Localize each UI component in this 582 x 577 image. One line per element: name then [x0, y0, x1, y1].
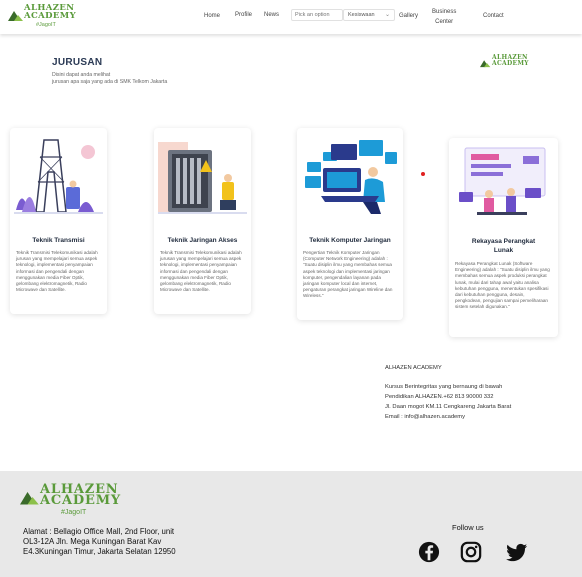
nav-profile[interactable]: Profile: [235, 12, 252, 18]
contact-line1: Kursus Berintegritas yang bernaung di ba…: [385, 384, 503, 390]
card-teknik-jaringan-akses[interactable]: Teknik Jaringan Akses Teknik Transmisi T…: [154, 128, 251, 314]
card-title-line2: Lunak: [493, 247, 514, 254]
contact-info: ALHAZEN ACADEMY Kursus Berintegritas yan…: [385, 363, 511, 422]
select-value: Kesiswaan: [348, 12, 375, 18]
logo-mark-icon: [8, 11, 23, 21]
carousel-indicator[interactable]: [421, 172, 425, 176]
navbar: ALHAZEN ACADEMY #JagoIT Home Profile News…: [0, 0, 582, 34]
card-title: Teknik Transmisi: [32, 237, 85, 244]
card-title: Teknik Jaringan Akses: [167, 237, 238, 244]
footer-address: Alamat : Bellagio Office Mall, 2nd Floor…: [23, 527, 223, 557]
nav-news[interactable]: News: [264, 12, 279, 18]
computer-network-illustration: [301, 132, 399, 222]
section-title: JURUSAN: [52, 57, 103, 68]
logo-mark-icon: [480, 60, 491, 68]
contact-line2: Pendidikan ALHAZEN.+62 813 90000 332: [385, 394, 494, 400]
logo-mark-icon: [20, 492, 39, 505]
software-engineering-illustration: [453, 142, 554, 224]
follow-us-label: Follow us: [452, 523, 484, 532]
card-title-line1: Rekayasa Perangkat: [471, 238, 536, 245]
nav-business-center[interactable]: Business Center: [432, 8, 456, 27]
card-description: Teknik Transmisi Telekomunikasi adalah j…: [16, 250, 98, 293]
card-teknik-transmisi[interactable]: Teknik Transmisi Teknik Transmisi Teleko…: [10, 128, 107, 314]
nav-gallery[interactable]: Gallery: [399, 13, 418, 19]
section-description: Disini dapat anda melihat jurusan apa sa…: [52, 72, 252, 86]
address-line1: Alamat : Bellagio Office Mall, 2nd Floor…: [23, 527, 175, 536]
card-description: Teknik Transmisi Telekomunikasi adalah j…: [160, 250, 242, 293]
card-rekayasa-perangkat-lunak[interactable]: Rekayasa Perangkat Lunak Rekayasa Perang…: [449, 138, 558, 337]
business-center-line2: Center: [435, 18, 454, 25]
card-description: Rekayasa Perangkat Lunak (Software Engin…: [455, 261, 550, 310]
footer-logo: ALHAZEN ACADEMY #JagoIT: [20, 482, 132, 519]
transmission-tower-illustration: [14, 132, 103, 222]
card-title: Teknik Komputer Jaringan: [309, 237, 391, 244]
chevron-down-icon: ⌄: [384, 12, 390, 18]
kesiswaan-select[interactable]: Kesiswaan ⌄: [343, 9, 395, 21]
section-desc-line2: jurusan apa saja yang ada di SMK Telkom …: [52, 79, 168, 85]
card-description: Pengertian Teknik Komputer Jaringan (Com…: [303, 250, 393, 299]
twitter-icon[interactable]: [506, 541, 528, 563]
address-line2: OL3-12A Jln. Mega Kuningan Barat Kav: [23, 537, 162, 546]
card-teknik-komputer-jaringan[interactable]: Teknik Komputer Jaringan Pengertian Tekn…: [297, 128, 403, 320]
contact-line3: Jl. Daan mogot KM.11 Cengkareng Jakarta …: [385, 404, 512, 410]
nav-home[interactable]: Home: [204, 13, 220, 19]
card-title: Rekayasa Perangkat Lunak: [449, 237, 558, 255]
logo-tagline: #JagoIT: [36, 22, 56, 28]
contact-heading: ALHAZEN ACADEMY: [385, 365, 442, 371]
section-logo-text: ALHAZEN ACADEMY: [492, 54, 529, 67]
footer-logo-text: ALHAZEN ACADEMY: [40, 482, 121, 508]
section-logo: ALHAZEN ACADEMY: [480, 55, 540, 75]
network-cabinet-illustration: [158, 132, 247, 222]
footer: ALHAZEN ACADEMY #JagoIT Alamat : Bellagio…: [0, 471, 582, 577]
nav-contact[interactable]: Contact: [483, 13, 504, 19]
business-center-line1: Business: [432, 9, 457, 15]
instagram-icon[interactable]: [460, 541, 482, 563]
nav-logo[interactable]: ALHAZEN ACADEMY #JagoIT: [8, 3, 88, 31]
section-desc-line1: Disini dapat anda melihat: [52, 72, 111, 78]
logo-text: ALHAZEN ACADEMY: [24, 3, 77, 21]
nav-option-input[interactable]: [291, 9, 343, 21]
contact-email: Email : info@alhazen.academy: [385, 414, 465, 420]
address-line3: E4.3Kuningan Timur, Jakarta Selatan 1295…: [23, 547, 176, 556]
footer-logo-tagline: #JagoIT: [61, 509, 87, 516]
facebook-icon[interactable]: [418, 541, 440, 563]
